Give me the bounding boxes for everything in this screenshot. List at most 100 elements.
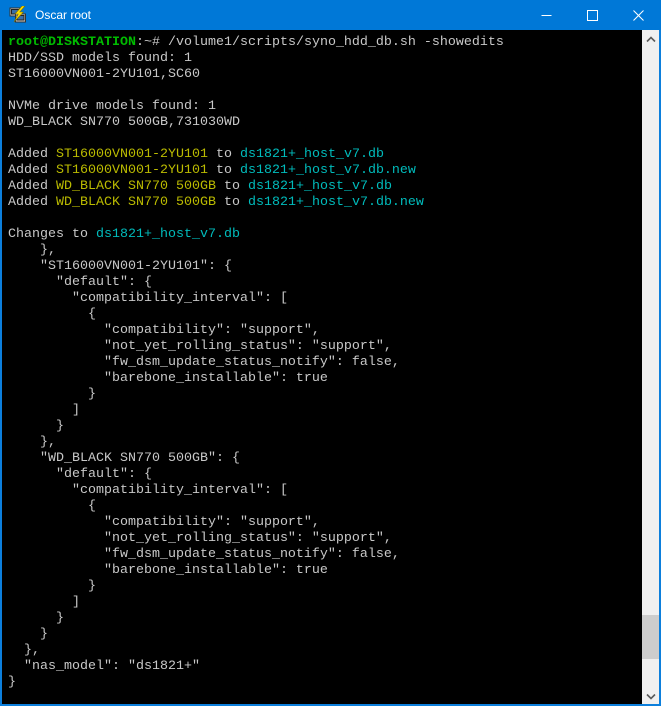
terminal-text-segment: root@DISKSTATION bbox=[8, 35, 136, 50]
terminal-text-segment: "ST16000VN001-2YU101": { bbox=[8, 259, 232, 274]
terminal-line: } bbox=[8, 611, 642, 627]
terminal-text-segment: ST16000VN001-2YU101,SC60 bbox=[8, 67, 200, 82]
terminal-line: Added WD_BLACK SN770 500GB to ds1821+_ho… bbox=[8, 195, 642, 211]
terminal-text-segment: "compatibility": "support", bbox=[8, 515, 320, 530]
terminal-text-segment: "fw_dsm_update_status_notify": false, bbox=[8, 355, 400, 370]
terminal-line: } bbox=[8, 419, 642, 435]
terminal-line: } bbox=[8, 627, 642, 643]
chevron-down-icon bbox=[646, 687, 656, 705]
scroll-up-button[interactable] bbox=[642, 30, 659, 47]
window-border-left bbox=[0, 30, 2, 706]
terminal-text-segment: } bbox=[8, 419, 64, 434]
terminal-line: "default": { bbox=[8, 467, 642, 483]
terminal-line: }, bbox=[8, 435, 642, 451]
terminal-text-segment: "compatibility_interval": [ bbox=[8, 483, 288, 498]
terminal-line bbox=[8, 131, 642, 147]
terminal-text-segment: WD_BLACK SN770 500GB bbox=[56, 195, 216, 210]
terminal-line: }, bbox=[8, 643, 642, 659]
terminal-text-segment: Added bbox=[8, 179, 56, 194]
terminal-text-segment: WD_BLACK SN770 500GB bbox=[56, 179, 216, 194]
terminal-line: Changes to ds1821+_host_v7.db bbox=[8, 227, 642, 243]
terminal-text-segment: ds1821+_host_v7.db bbox=[240, 147, 384, 162]
terminal-line: } bbox=[8, 579, 642, 595]
terminal-line: "compatibility_interval": [ bbox=[8, 483, 642, 499]
terminal-text-segment: ds1821+_host_v7.db.new bbox=[248, 195, 424, 210]
terminal-line: Added ST16000VN001-2YU101 to ds1821+_hos… bbox=[8, 163, 642, 179]
terminal-line: HDD/SSD models found: 1 bbox=[8, 51, 642, 67]
terminal-text-segment: to bbox=[216, 179, 248, 194]
terminal-line: WD_BLACK SN770 500GB,731030WD bbox=[8, 115, 642, 131]
scroll-down-button[interactable] bbox=[642, 687, 659, 704]
terminal-text-segment: { bbox=[8, 307, 96, 322]
terminal-text-segment: "barebone_installable": true bbox=[8, 371, 328, 386]
scrollbar[interactable] bbox=[642, 30, 659, 704]
terminal-text-segment: :~# /volume1/scripts/syno_hdd_db.sh -sho… bbox=[136, 35, 504, 50]
terminal-text-segment: ds1821+_host_v7.db bbox=[248, 179, 392, 194]
terminal-text-segment: Changes to bbox=[8, 227, 96, 242]
terminal-text-segment: ] bbox=[8, 595, 80, 610]
terminal-line: "compatibility": "support", bbox=[8, 515, 642, 531]
terminal-text-segment: } bbox=[8, 579, 96, 594]
window-title: Oscar root bbox=[35, 8, 523, 22]
chevron-up-icon bbox=[646, 30, 656, 48]
terminal-line: { bbox=[8, 307, 642, 323]
terminal-line: } bbox=[8, 387, 642, 403]
terminal-text-segment: "not_yet_rolling_status": "support", bbox=[8, 339, 392, 354]
terminal-text-segment: ST16000VN001-2YU101 bbox=[56, 163, 208, 178]
scrollbar-thumb[interactable] bbox=[642, 615, 659, 659]
terminal-text-segment: to bbox=[208, 147, 240, 162]
terminal-line: { bbox=[8, 499, 642, 515]
terminal-text-segment: Added bbox=[8, 163, 56, 178]
terminal-text-segment: "default": { bbox=[8, 275, 152, 290]
terminal-text-segment: ] bbox=[8, 403, 80, 418]
terminal-line: ] bbox=[8, 403, 642, 419]
terminal-line: "compatibility": "support", bbox=[8, 323, 642, 339]
terminal-line: }, bbox=[8, 243, 642, 259]
terminal-text-segment: NVMe drive models found: 1 bbox=[8, 99, 216, 114]
terminal-line: NVMe drive models found: 1 bbox=[8, 99, 642, 115]
terminal-text-segment: }, bbox=[8, 243, 56, 258]
window-controls bbox=[523, 0, 661, 30]
terminal-text-segment: "compatibility_interval": [ bbox=[8, 291, 288, 306]
terminal-output[interactable]: root@DISKSTATION:~# /volume1/scripts/syn… bbox=[2, 30, 642, 704]
terminal-text-segment: }, bbox=[8, 643, 40, 658]
terminal-text-segment: ds1821+_host_v7.db bbox=[96, 227, 240, 242]
terminal-text-segment: ST16000VN001-2YU101 bbox=[56, 147, 208, 162]
putty-icon[interactable] bbox=[9, 6, 27, 24]
maximize-button[interactable] bbox=[569, 0, 615, 30]
terminal-text-segment: Added bbox=[8, 195, 56, 210]
terminal-line: "barebone_installable": true bbox=[8, 371, 642, 387]
terminal-line: "not_yet_rolling_status": "support", bbox=[8, 531, 642, 547]
terminal-line: ] bbox=[8, 595, 642, 611]
terminal-text-segment: "barebone_installable": true bbox=[8, 563, 328, 578]
terminal-text-segment: } bbox=[8, 627, 48, 642]
terminal-text-segment: } bbox=[8, 611, 64, 626]
terminal-line: root@DISKSTATION:~# /volume1/scripts/syn… bbox=[8, 35, 642, 51]
terminal-line: "default": { bbox=[8, 275, 642, 291]
minimize-icon bbox=[541, 10, 552, 21]
terminal-line: "fw_dsm_update_status_notify": false, bbox=[8, 547, 642, 563]
close-button[interactable] bbox=[615, 0, 661, 30]
terminal-text-segment: "fw_dsm_update_status_notify": false, bbox=[8, 547, 400, 562]
terminal-line: Added ST16000VN001-2YU101 to ds1821+_hos… bbox=[8, 147, 642, 163]
terminal-line: Added WD_BLACK SN770 500GB to ds1821+_ho… bbox=[8, 179, 642, 195]
terminal-text-segment: } bbox=[8, 387, 96, 402]
terminal-text-segment: "compatibility": "support", bbox=[8, 323, 320, 338]
terminal-line bbox=[8, 211, 642, 227]
terminal-line: } bbox=[8, 675, 642, 691]
terminal-line: "not_yet_rolling_status": "support", bbox=[8, 339, 642, 355]
putty-window: Oscar root root@DISKSTATION:~# /volume1/… bbox=[0, 0, 661, 706]
terminal-text-segment: HDD/SSD models found: 1 bbox=[8, 51, 192, 66]
close-icon bbox=[633, 10, 644, 21]
terminal-line: "nas_model": "ds1821+" bbox=[8, 659, 642, 675]
titlebar[interactable]: Oscar root bbox=[0, 0, 661, 30]
terminal-text-segment: "not_yet_rolling_status": "support", bbox=[8, 531, 392, 546]
terminal-text-segment: "WD_BLACK SN770 500GB": { bbox=[8, 451, 240, 466]
terminal-text-segment: "nas_model": "ds1821+" bbox=[8, 659, 200, 674]
terminal-line: "WD_BLACK SN770 500GB": { bbox=[8, 451, 642, 467]
terminal-line: "barebone_installable": true bbox=[8, 563, 642, 579]
minimize-button[interactable] bbox=[523, 0, 569, 30]
terminal-text-segment: }, bbox=[8, 435, 56, 450]
terminal-text-segment: "default": { bbox=[8, 467, 152, 482]
terminal-text-segment: to bbox=[208, 163, 240, 178]
